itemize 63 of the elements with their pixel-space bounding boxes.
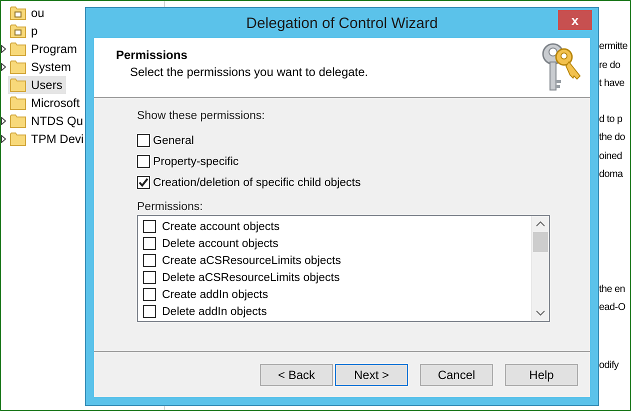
expand-arrow-icon[interactable] <box>1 63 6 71</box>
folder-icon <box>10 60 26 74</box>
description-text: the do <box>599 131 626 145</box>
checkbox[interactable] <box>137 155 150 168</box>
close-button[interactable]: x <box>558 10 592 30</box>
description-text: ermitte <box>599 40 628 54</box>
tree-item[interactable]: ou <box>8 4 48 22</box>
folder-icon <box>10 96 26 110</box>
dialog-button[interactable]: < Back <box>260 364 333 386</box>
description-text: ead-O <box>599 301 626 315</box>
section-label: Show these permissions: <box>137 110 265 122</box>
folder-icon <box>10 6 26 20</box>
tree-item[interactable]: TPM Devi <box>8 130 88 148</box>
folder-icon <box>10 24 26 38</box>
permission-label: Delete aCSResourceLimits objects <box>162 272 340 284</box>
expand-arrow-icon[interactable] <box>1 45 6 53</box>
checkbox[interactable] <box>143 237 156 250</box>
dialog-button[interactable]: Cancel <box>420 364 493 386</box>
scroll-thumb[interactable] <box>533 232 548 252</box>
tree-item[interactable]: Users <box>8 76 66 94</box>
permission-label: Delete addIn objects <box>162 306 267 318</box>
checkbox-label: General <box>153 134 194 146</box>
page-title: Permissions <box>116 48 188 62</box>
permission-label: Delete account objects <box>162 238 278 250</box>
folder-icon <box>10 132 26 146</box>
description-text: t have <box>599 77 626 91</box>
tree-item[interactable]: Microsoft <box>8 94 84 112</box>
checkbox[interactable] <box>137 176 150 189</box>
permission-label: Create aCSResourceLimits objects <box>162 254 341 266</box>
checkbox-label: Property-specific <box>153 156 239 168</box>
permission-label: Create addIn objects <box>162 288 268 300</box>
scroll-down-icon[interactable] <box>536 310 545 316</box>
checkbox[interactable] <box>143 305 156 318</box>
checkbox-label: Creation/deletion of specific child objects <box>153 176 361 188</box>
dialog-button[interactable]: Help <box>505 364 578 386</box>
expand-arrow-icon[interactable] <box>1 117 6 125</box>
permission-label: Create account objects <box>162 220 280 232</box>
tree-item[interactable]: p <box>8 22 42 40</box>
description-text: d to p <box>599 112 624 126</box>
keys-icon <box>540 42 582 94</box>
section-label: Permissions: <box>137 201 203 213</box>
description-text: re do <box>599 58 622 72</box>
tree-item[interactable]: Program <box>8 40 82 58</box>
folder-icon <box>10 78 26 92</box>
tree-item[interactable]: NTDS Qu <box>8 112 88 130</box>
checkbox[interactable] <box>143 254 156 267</box>
folder-icon <box>10 114 26 128</box>
checkbox[interactable] <box>143 271 156 284</box>
page-subtitle: Select the permissions you want to delegate. <box>129 65 368 79</box>
description-text: oined <box>599 150 623 164</box>
scrollbar[interactable] <box>531 216 549 321</box>
scroll-up-icon[interactable] <box>536 221 545 227</box>
dialog-button[interactable]: Next > <box>335 364 408 386</box>
description-text: the en <box>599 282 626 296</box>
checkbox[interactable] <box>137 134 150 147</box>
expand-arrow-icon[interactable] <box>1 135 6 143</box>
window-title: Delegation of Control Wizard <box>246 14 438 32</box>
description-text: doma <box>599 168 624 182</box>
checkbox[interactable] <box>143 220 156 233</box>
tree-item[interactable]: System <box>8 58 76 76</box>
description-text: odify <box>599 358 620 372</box>
folder-icon <box>10 42 26 56</box>
checkbox[interactable] <box>143 288 156 301</box>
